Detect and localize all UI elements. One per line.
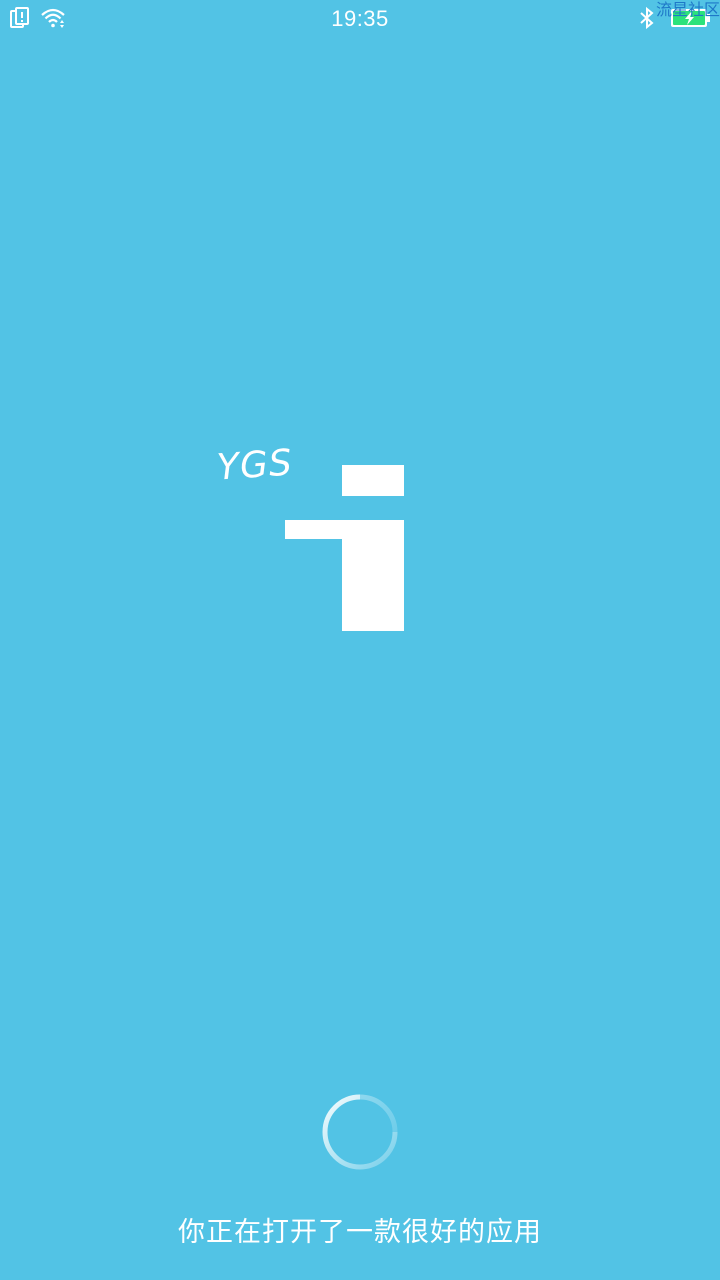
app-logo: YGS — [215, 442, 415, 645]
logo-text: YGS — [215, 442, 295, 489]
bluetooth-icon — [638, 6, 656, 30]
status-bar: 19:35 — [0, 0, 720, 40]
loading-spinner — [322, 1094, 398, 1170]
logo-i-mark — [285, 465, 404, 631]
status-time: 19:35 — [331, 6, 389, 31]
splash-caption: 你正在打开了一款很好的应用 — [178, 1217, 542, 1248]
watermark: 流星社区 — [655, 0, 720, 19]
